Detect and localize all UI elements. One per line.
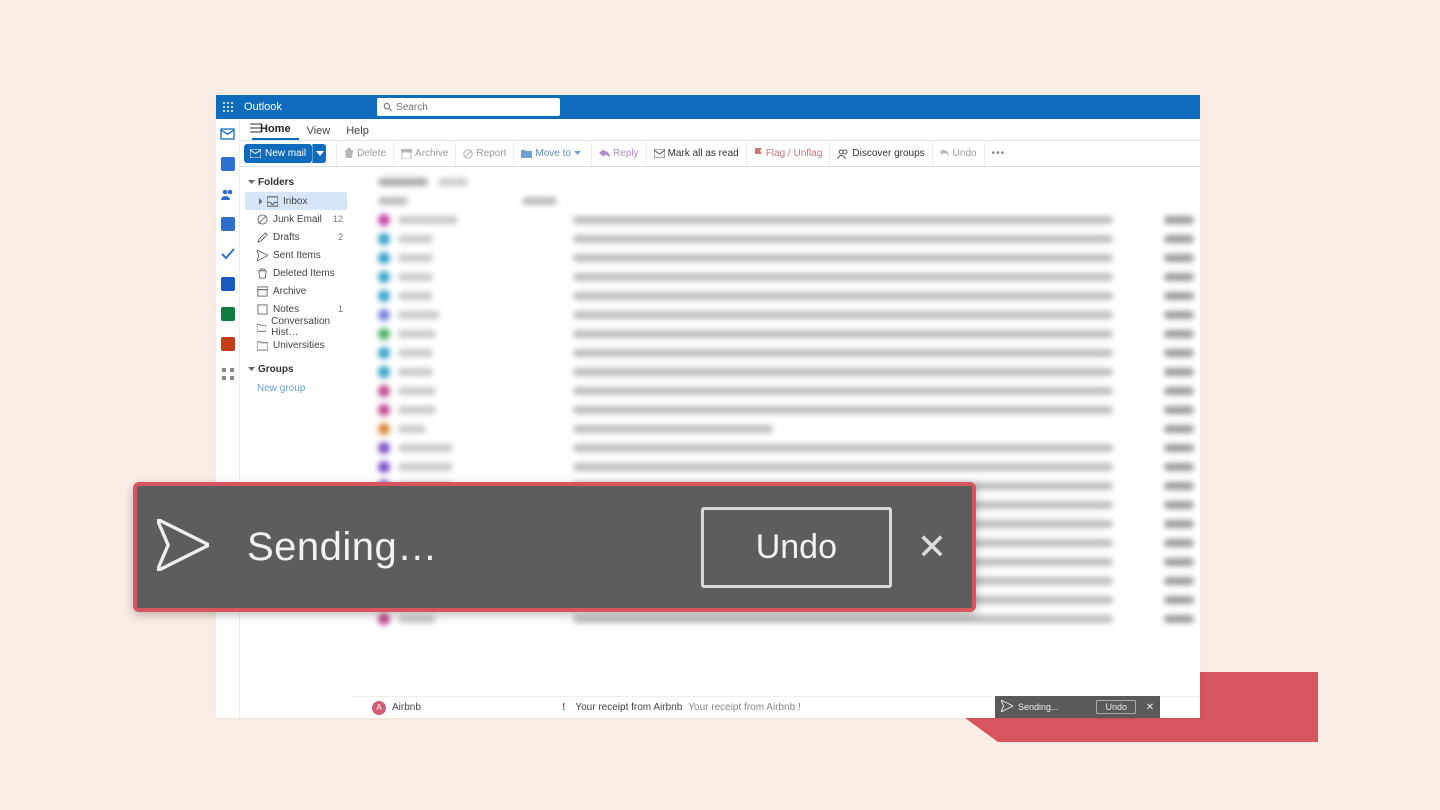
undo-button-big[interactable]: Undo	[701, 507, 892, 588]
archive-button[interactable]: Archive	[393, 142, 455, 166]
mark-all-read-button[interactable]: Mark all as read	[646, 142, 746, 166]
new-mail-label: New mail	[265, 148, 306, 159]
ribbon-tabs: Home View Help	[216, 119, 1200, 141]
folder-junk[interactable]: Junk Email 12	[245, 210, 347, 228]
rail-powerpoint-icon[interactable]	[216, 335, 240, 353]
close-icon[interactable]: ✕	[892, 526, 972, 568]
sender: Airbnb	[392, 702, 562, 713]
folder-drafts[interactable]: Drafts 2	[245, 228, 347, 246]
tab-help[interactable]: Help	[338, 125, 377, 140]
avatar: A	[372, 701, 386, 715]
product-name: Outlook	[244, 101, 282, 113]
message-list: A Airbnb ! Your receipt from Airbnb Your…	[352, 167, 1200, 718]
flag-button[interactable]: Flag / Unflag	[746, 142, 830, 166]
toast-status-small: Sending...	[1018, 702, 1059, 712]
drafts-icon	[257, 232, 268, 243]
priority-icon: !	[562, 702, 565, 713]
notes-icon	[257, 304, 268, 315]
preview: Your receipt from Airbnb !	[688, 702, 800, 713]
move-to-button[interactable]: Move to	[513, 142, 591, 166]
tab-home[interactable]: Home	[252, 123, 299, 140]
folder-icon	[257, 322, 266, 333]
groups-header[interactable]: Groups	[245, 360, 347, 379]
tab-view[interactable]: View	[299, 125, 339, 140]
rail-excel-icon[interactable]	[216, 305, 240, 323]
subject: Your receipt from Airbnb	[575, 702, 682, 713]
blurred-messages	[352, 167, 1200, 718]
folder-inbox[interactable]: Inbox	[245, 192, 347, 210]
title-bar: Outlook	[216, 95, 1200, 119]
folder-sidebar: Folders Inbox Junk Email 12 Drafts 2 Sen…	[240, 167, 352, 718]
rail-people-icon[interactable]	[216, 185, 240, 203]
folder-archive[interactable]: Archive	[245, 282, 347, 300]
main-area: Folders Inbox Junk Email 12 Drafts 2 Sen…	[240, 167, 1200, 718]
folder-conversation-history[interactable]: Conversation Hist…	[245, 318, 347, 336]
search-icon	[383, 102, 392, 112]
rail-todo-icon[interactable]	[216, 245, 240, 263]
folder-icon	[257, 340, 268, 351]
folder-universities[interactable]: Universities	[245, 336, 347, 354]
chevron-right-icon	[257, 196, 265, 207]
send-icon	[1001, 700, 1013, 714]
folder-deleted[interactable]: Deleted Items	[245, 264, 347, 282]
sent-icon	[257, 250, 268, 261]
toolbar: New mail Delete Archive Report Move to R…	[216, 141, 1200, 167]
outlook-window: Outlook Home View Help New mail Delete A…	[216, 95, 1200, 718]
folders-header[interactable]: Folders	[245, 173, 347, 192]
archive-icon	[257, 286, 268, 297]
close-icon[interactable]: ✕	[1140, 702, 1160, 713]
folder-sent[interactable]: Sent Items	[245, 246, 347, 264]
app-rail	[216, 119, 240, 718]
delete-button[interactable]: Delete	[336, 142, 393, 166]
toast-status-big: Sending…	[247, 525, 438, 570]
search-input[interactable]	[396, 102, 554, 113]
reply-button[interactable]: Reply	[591, 142, 646, 166]
sending-toast-small: Sending... Undo ✕	[995, 696, 1160, 718]
new-mail-button[interactable]: New mail	[244, 144, 312, 163]
new-group-link[interactable]: New group	[245, 379, 347, 398]
app-launcher-icon[interactable]	[216, 95, 240, 119]
send-icon	[157, 519, 209, 576]
rail-files-icon[interactable]	[216, 215, 240, 233]
discover-groups-button[interactable]: Discover groups	[829, 142, 931, 166]
inbox-icon	[267, 196, 278, 207]
report-button[interactable]: Report	[455, 142, 513, 166]
rail-more-icon[interactable]	[216, 365, 240, 383]
rail-calendar-icon[interactable]	[216, 155, 240, 173]
junk-icon	[257, 214, 268, 225]
rail-word-icon[interactable]	[216, 275, 240, 293]
rail-mail-icon[interactable]	[216, 125, 240, 143]
undo-button-small[interactable]: Undo	[1096, 700, 1136, 714]
sending-toast-callout: Sending… Undo ✕	[133, 482, 976, 612]
search-box[interactable]	[377, 98, 560, 116]
new-mail-dropdown[interactable]	[312, 144, 326, 163]
trash-icon	[257, 268, 268, 279]
toolbar-overflow[interactable]: •••	[984, 142, 1013, 166]
undo-toolbar-button[interactable]: Undo	[932, 142, 984, 166]
